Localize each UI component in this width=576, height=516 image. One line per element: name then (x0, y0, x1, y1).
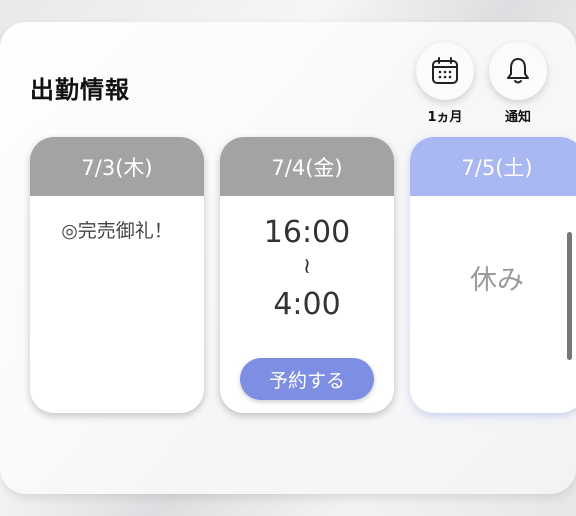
day-off-note: 休み (470, 265, 524, 296)
reserve-button[interactable]: 予約する (240, 358, 374, 400)
time-separator: ≀ (302, 254, 312, 279)
day-card: 7/5(土) 休み (410, 137, 576, 413)
notice-button[interactable] (489, 42, 547, 100)
day-date: 7/5(土) (410, 137, 576, 196)
day-date: 7/4(金) (220, 137, 394, 196)
end-time: 4:00 (273, 287, 341, 322)
bell-icon (507, 58, 529, 84)
day-card: 7/4(金) 16:00 ≀ 4:00 予約する (220, 137, 394, 413)
calendar-icon (432, 57, 458, 84)
day-card: 7/3(木) ◎完売御礼！ (30, 137, 204, 413)
page-title: 出勤情報 (30, 76, 130, 104)
calendar-button[interactable] (416, 42, 474, 100)
scrollbar[interactable] (567, 232, 572, 360)
calendar-label: 1ヵ月 (427, 110, 463, 125)
sold-out-note: ◎完売御礼！ (61, 220, 173, 242)
start-time: 16:00 (263, 215, 351, 250)
notice-label: 通知 (504, 110, 531, 125)
day-date: 7/3(木) (30, 137, 204, 196)
